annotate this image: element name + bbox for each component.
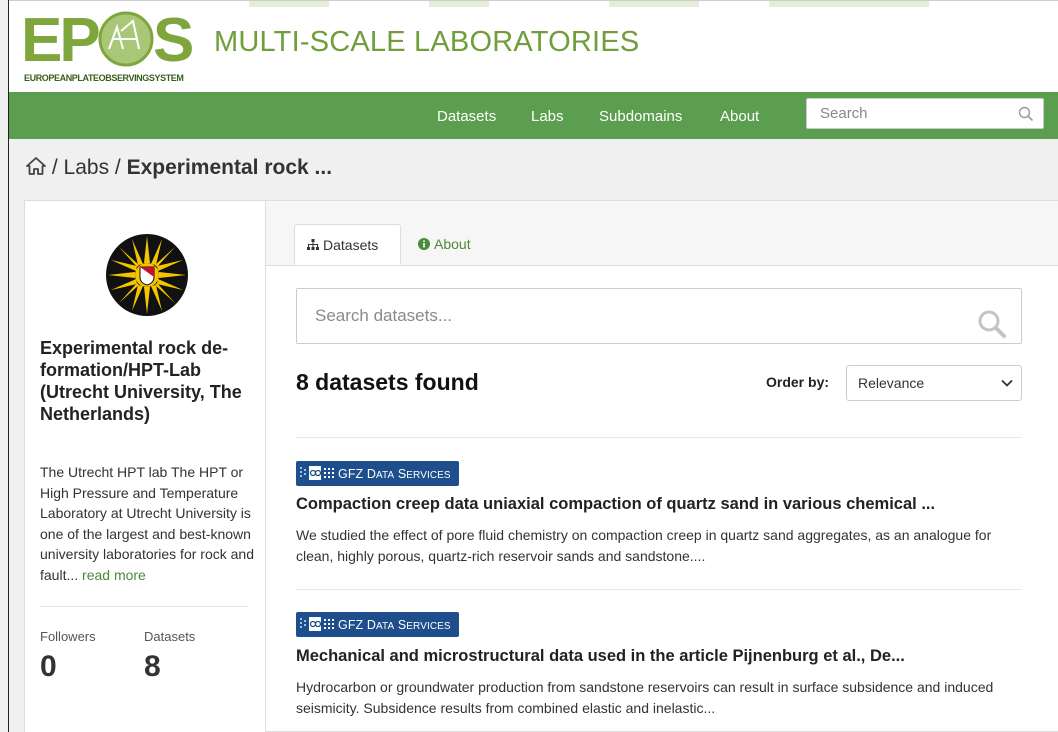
dataset-title-link[interactable]: Compaction creep data uniaxial compactio… <box>296 495 1036 514</box>
breadcrumb-labs[interactable]: Labs <box>64 156 110 179</box>
chevron-down-icon <box>1001 379 1013 387</box>
read-more-link[interactable]: read more <box>82 567 146 583</box>
header-decoration <box>609 1 699 7</box>
gfz-data-services-badge: GFZ DATA SERVICES <box>296 612 459 637</box>
site-masthead: EP S EUROPEANPLATEOBSERVINGSYSTEM MULTI-… <box>9 1 1058 92</box>
order-by-select[interactable]: Relevance <box>846 365 1022 401</box>
dataset-title-link[interactable]: Mechanical and microstructural data used… <box>296 647 1036 666</box>
search-icon[interactable] <box>1018 106 1034 122</box>
nav-about[interactable]: About <box>720 108 759 125</box>
lab-description-text: The Utrecht HPT lab The HPT or High Pres… <box>40 464 254 583</box>
tab-about[interactable]: About <box>406 224 483 265</box>
tab-datasets-label: Datasets <box>323 237 379 253</box>
gfz-logo-icon <box>300 617 334 631</box>
followers-label: Followers <box>40 629 96 644</box>
site-search-input[interactable] <box>818 104 1012 123</box>
results-divider <box>296 437 1022 438</box>
results-count: 8 datasets found <box>296 369 479 395</box>
nav-datasets[interactable]: Datasets <box>437 108 496 125</box>
dataset-notes: We studied the effect of pore fluid chem… <box>296 527 992 564</box>
followers-count: 0 <box>40 650 57 683</box>
tab-datasets[interactable]: Datasets <box>294 224 401 265</box>
sidebar-divider <box>40 606 248 607</box>
svg-text:EP: EP <box>21 9 99 71</box>
nav-labs[interactable]: Labs <box>531 108 564 125</box>
logo-tagline: EUROPEANPLATEOBSERVINGSYSTEM <box>24 73 184 83</box>
sitemap-icon <box>307 239 319 250</box>
lab-card: Experimental rock de-formation/HPT-Lab (… <box>24 200 1058 732</box>
badge-text: GFZ DATA SERVICES <box>338 467 451 481</box>
dataset-divider <box>296 589 1022 590</box>
gfz-data-services-badge: GFZ DATA SERVICES <box>296 461 459 486</box>
breadcrumb-separator: / <box>114 156 121 179</box>
lab-sidebar: Experimental rock de-formation/HPT-Lab (… <box>25 201 266 732</box>
order-by-label: Order by: <box>766 374 830 390</box>
breadcrumb: / Labs / Experimental rock ... <box>26 156 332 180</box>
tab-about-label: About <box>434 236 471 252</box>
dataset-search-input[interactable] <box>313 305 937 327</box>
header-decoration <box>249 1 329 7</box>
lab-title: Experimental rock de-formation/HPT-Lab (… <box>40 338 242 424</box>
badge-text: GFZ DATA SERVICES <box>338 618 451 632</box>
epos-logo-mark: EP S <box>21 9 194 71</box>
home-icon[interactable] <box>26 157 46 175</box>
site-title[interactable]: MULTI-SCALE LABORATORIES <box>214 26 639 59</box>
utrecht-university-logo[interactable] <box>105 233 189 317</box>
dataset-search-box <box>296 288 1022 344</box>
datasets-label: Datasets <box>144 629 196 644</box>
lab-content: Datasets About 8 datasets found Order by… <box>266 201 1058 732</box>
nav-subdomains[interactable]: Subdomains <box>599 108 682 125</box>
main-navbar: Datasets Labs Subdomains About <box>9 92 1058 139</box>
order-by-value: Relevance <box>858 375 925 391</box>
breadcrumb-current[interactable]: Experimental rock ... <box>127 156 332 179</box>
dataset-notes: Hydrocarbon or groundwater production fr… <box>296 679 994 716</box>
datasets-count: 8 <box>144 650 161 683</box>
gfz-logo-icon <box>300 466 334 480</box>
site-search-box <box>806 98 1044 129</box>
svg-text:S: S <box>153 9 194 71</box>
epos-logo[interactable]: EP S EUROPEANPLATEOBSERVINGSYSTEM <box>21 9 206 87</box>
lab-description: The Utrecht HPT lab The HPT or High Pres… <box>40 462 262 585</box>
search-icon[interactable] <box>977 309 1007 339</box>
header-decoration <box>429 1 489 7</box>
tab-bar: Datasets About <box>266 201 1058 266</box>
header-decoration <box>769 1 929 7</box>
breadcrumb-separator: / <box>51 156 58 179</box>
info-circle-icon <box>418 238 430 250</box>
